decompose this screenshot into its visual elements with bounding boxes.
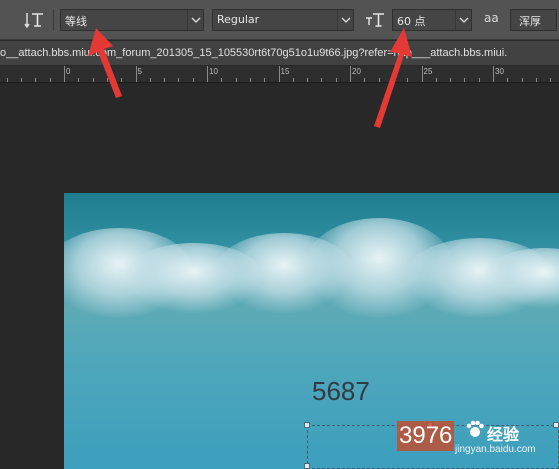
watermark: 经验 jingyan.baidu.com (455, 405, 555, 465)
document-tab[interactable]: o__attach.bbs.miui.com_forum_201305_15_1… (0, 41, 559, 66)
text-layer-3976[interactable]: 3976 (397, 421, 455, 451)
ruler-tick (178, 78, 180, 82)
ruler-label: 20 (352, 67, 361, 76)
ruler-label: 30 (495, 67, 504, 76)
ruler-label: 25 (423, 67, 433, 76)
font-size-select[interactable]: 60 点 (392, 9, 472, 31)
ruler-tick (464, 78, 466, 82)
chevron-down-icon[interactable] (187, 10, 203, 30)
ruler-tick (49, 78, 51, 82)
antialias-icon: aa (484, 11, 499, 25)
ruler-tick (550, 78, 552, 82)
ruler-tick (421, 66, 423, 82)
ruler-tick (121, 78, 123, 82)
ruler-tick (493, 66, 494, 82)
ruler-tick (307, 78, 309, 82)
transform-handle[interactable] (304, 422, 310, 428)
ruler-tick (507, 78, 509, 82)
font-size-value: 60 点 (397, 15, 426, 28)
ruler-label: 5 (137, 67, 142, 76)
horizontal-ruler[interactable]: 0 5 10 15 20 25 30 (0, 66, 559, 83)
paw-logo-icon (466, 420, 484, 437)
ruler-tick (478, 78, 480, 82)
chevron-down-icon[interactable] (337, 10, 353, 30)
ruler-tick (221, 78, 223, 82)
ruler-tick (35, 78, 37, 82)
ruler-tick (192, 78, 194, 82)
ruler-tick (450, 78, 452, 82)
ruler-tick (207, 66, 208, 82)
ruler-tick (6, 78, 8, 82)
ruler-tick (521, 78, 523, 82)
options-bar: 等线 Regular 60 点 aa 浑厚 (0, 0, 559, 40)
ruler-tick (335, 78, 337, 82)
ruler-tick (278, 66, 280, 82)
ruler-tick (135, 66, 137, 82)
ruler-tick (249, 78, 251, 82)
toolbar-separator (53, 9, 54, 31)
font-size-icon (364, 9, 386, 31)
ruler-label: 15 (280, 67, 290, 76)
ruler-tick (364, 78, 366, 82)
ruler-tick (378, 78, 380, 82)
ruler-tick (264, 78, 266, 82)
ruler-tick (407, 78, 409, 82)
font-style-select[interactable]: Regular (212, 9, 354, 31)
ruler-tick (435, 78, 437, 82)
text-layer-5687[interactable]: 5687 (312, 376, 370, 407)
ruler-tick (350, 66, 351, 82)
transform-handle[interactable] (304, 463, 310, 469)
font-family-select[interactable]: 等线 (60, 9, 204, 31)
antialias-select[interactable]: 浑厚 (510, 9, 557, 31)
ruler-tick (21, 78, 23, 82)
ruler-label: 10 (209, 67, 218, 76)
chevron-down-icon[interactable] (455, 10, 471, 30)
font-family-value: 等线 (65, 15, 87, 28)
ruler-tick (321, 78, 323, 82)
ruler-tick (149, 78, 151, 82)
ruler-tick (164, 78, 166, 82)
ruler-tick (292, 78, 294, 82)
ruler-tick (235, 78, 237, 82)
text-orientation-icon[interactable] (24, 9, 46, 31)
antialias-value: 浑厚 (519, 15, 541, 28)
ruler-tick (64, 66, 65, 82)
font-style-value: Regular (217, 13, 260, 26)
ruler-tick (78, 78, 80, 82)
document-tab-title: o__attach.bbs.miui.com_forum_201305_15_1… (0, 47, 508, 59)
ruler-label: 0 (66, 67, 71, 76)
ruler-tick (106, 78, 108, 82)
ruler-tick (392, 78, 394, 82)
watermark-url: jingyan.baidu.com (455, 444, 536, 455)
ruler-tick (535, 78, 537, 82)
ruler-tick (92, 78, 94, 82)
watermark-brand: 经验 (487, 425, 520, 444)
